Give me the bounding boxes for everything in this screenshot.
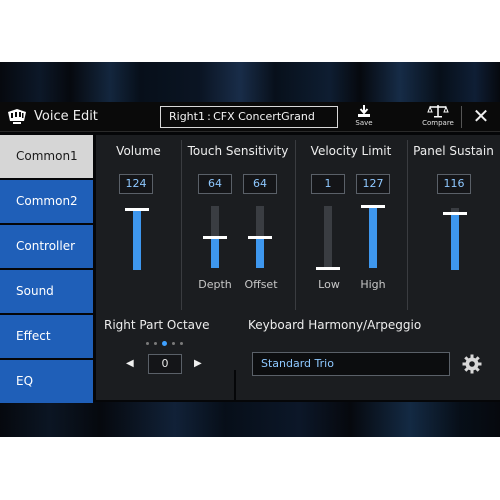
panel-sustain-slider-fill [451, 212, 459, 270]
octave-down-button[interactable]: ◀ [126, 358, 134, 369]
column-divider [181, 140, 182, 310]
volume-title: Volume [116, 144, 161, 158]
touch-offset-label: Offset [244, 278, 278, 291]
panel-sustain-slider[interactable] [443, 208, 467, 270]
sidebar-item-eq[interactable]: EQ [0, 360, 93, 403]
octave-up-button[interactable]: ▶ [194, 358, 202, 369]
touch-depth-slider[interactable] [203, 206, 227, 268]
background-streaks-top [0, 62, 500, 102]
harmony-title: Keyboard Harmony/Arpeggio [248, 318, 422, 332]
velocity-high-value[interactable]: 127 [356, 174, 390, 194]
volume-value[interactable]: 124 [119, 174, 153, 194]
panel-sustain-slider-knob[interactable] [443, 211, 467, 215]
save-button[interactable]: Save [352, 104, 376, 131]
volume-slider-fill [133, 209, 141, 270]
close-button[interactable]: ✕ [470, 106, 492, 127]
velocity-high-label: High [360, 278, 386, 291]
scale-icon [427, 105, 449, 118]
harmony-type-field[interactable]: Standard Trio [252, 352, 450, 376]
voice-name-button[interactable]: Right1 : CFX ConcertGrand [160, 106, 338, 128]
panel-sustain-title: Panel Sustain [413, 144, 494, 158]
panel-sustain-value[interactable]: 116 [437, 174, 471, 194]
title-divider [461, 106, 462, 128]
sidebar-item-sound[interactable]: Sound [0, 270, 93, 313]
column-divider [295, 140, 296, 310]
touch-depth-slider-fill [211, 237, 219, 268]
octave-dot [180, 342, 183, 345]
title-bar: Voice Edit Right1 : CFX ConcertGrand Sav… [0, 102, 500, 132]
touch-depth-value[interactable]: 64 [198, 174, 232, 194]
sidebar-item-common1[interactable]: Common1 [0, 135, 93, 178]
compare-button[interactable]: Compare [418, 104, 458, 131]
background-streaks-bottom [0, 402, 500, 437]
touch-offset-slider-fill [256, 237, 264, 268]
sidebar-item-controller[interactable]: Controller [0, 225, 93, 268]
velocity-low-label: Low [318, 278, 340, 291]
velocity-low-slider[interactable] [316, 206, 340, 270]
octave-title: Right Part Octave [104, 318, 210, 332]
touch-sensitivity-title: Touch Sensitivity [187, 144, 289, 158]
piano-keys-icon [8, 109, 26, 124]
velocity-high-slider[interactable] [361, 205, 385, 268]
sidebar-item-common2[interactable]: Common2 [0, 180, 93, 223]
sidebar: Common1 Common2 Controller Sound Effect … [0, 135, 93, 403]
page-title: Voice Edit [34, 109, 98, 124]
octave-value[interactable]: 0 [148, 354, 182, 374]
touch-depth-label: Depth [198, 278, 232, 291]
column-divider [407, 140, 408, 310]
velocity-high-slider-knob[interactable] [361, 205, 385, 208]
velocity-low-value[interactable]: 1 [311, 174, 345, 194]
volume-slider-knob[interactable] [125, 208, 149, 212]
velocity-high-slider-fill [369, 206, 377, 268]
touch-offset-slider[interactable] [248, 206, 272, 268]
sidebar-item-effect[interactable]: Effect [0, 315, 93, 358]
touch-offset-slider-knob[interactable] [248, 236, 272, 239]
velocity-low-slider-knob[interactable] [316, 267, 340, 270]
octave-indicator [146, 341, 183, 346]
touch-depth-slider-knob[interactable] [203, 236, 227, 239]
octave-dot [172, 342, 175, 345]
save-label: Save [355, 119, 373, 127]
gear-icon[interactable] [462, 354, 482, 374]
save-icon [358, 105, 370, 117]
volume-slider[interactable] [125, 208, 149, 270]
velocity-limit-title: Velocity Limit [310, 144, 392, 158]
touch-offset-value[interactable]: 64 [243, 174, 277, 194]
compare-label: Compare [422, 119, 454, 127]
octave-dot [154, 342, 157, 345]
octave-dot [146, 342, 149, 345]
octave-dot [162, 341, 167, 346]
